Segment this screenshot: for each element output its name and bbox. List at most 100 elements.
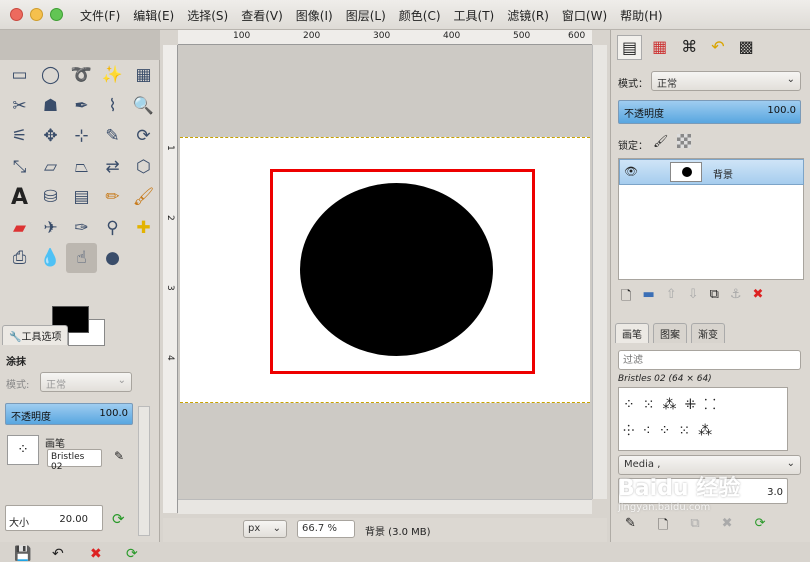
move-icon[interactable]: ✥ xyxy=(35,121,66,151)
menu-view[interactable]: 查看(V) xyxy=(241,7,283,24)
layer-mode-select[interactable]: 正常 ⌄ xyxy=(651,71,801,91)
raise-layer-icon[interactable]: ⇧ xyxy=(666,287,677,309)
zoom-icon[interactable]: 🔍 xyxy=(128,91,159,121)
menu-tools[interactable]: 工具(T) xyxy=(454,7,495,24)
canvas-area[interactable] xyxy=(178,45,592,499)
cage-icon[interactable]: ⬡ xyxy=(128,152,159,182)
zoom-select[interactable]: 66.7 % xyxy=(297,520,355,538)
scissors-icon[interactable]: ✂ xyxy=(4,91,35,121)
save-options-icon[interactable]: 💾 xyxy=(14,546,31,562)
ellipse-select-icon[interactable]: ◯ xyxy=(35,60,66,90)
lock-alpha-icon[interactable] xyxy=(677,134,691,148)
reset-options-icon[interactable]: ⟳ xyxy=(126,546,138,562)
maximize-window-button[interactable] xyxy=(50,8,63,21)
shear-icon[interactable]: ▱ xyxy=(35,152,66,182)
menu-image[interactable]: 图像(I) xyxy=(296,7,333,24)
measure-icon[interactable]: ⚟ xyxy=(4,121,35,151)
dodge-burn-icon[interactable]: ● xyxy=(97,243,128,273)
delete-options-icon[interactable]: ✖ xyxy=(90,546,102,562)
status-text: 背景 (3.0 MB) xyxy=(365,527,431,538)
lock-pixels-icon[interactable]: 🖌 xyxy=(653,134,668,148)
brush-name-field[interactable]: Bristles 02 xyxy=(47,449,102,472)
scrollbar-tool-options[interactable] xyxy=(138,406,150,536)
brush-grid[interactable]: ⁘⁙⁂⁜⸬ ⸭⁖⁘⁙⁂ xyxy=(618,387,788,451)
horizontal-scrollbar[interactable] xyxy=(178,499,592,514)
undo-tab-icon[interactable]: ↶ xyxy=(707,35,728,60)
perspective-icon[interactable]: ⏢ xyxy=(66,152,97,182)
eraser-icon[interactable]: ▰ xyxy=(4,213,35,243)
menu-file[interactable]: 文件(F) xyxy=(80,7,120,24)
minimize-window-button[interactable] xyxy=(30,8,43,21)
flip-icon[interactable]: ⇄ xyxy=(97,152,128,182)
close-window-button[interactable] xyxy=(10,8,23,21)
free-select-icon[interactable]: ➰ xyxy=(66,60,97,90)
bucket-fill-icon[interactable]: ⛁ xyxy=(35,182,66,212)
menu-filters[interactable]: 滤镜(R) xyxy=(507,7,549,24)
layers-tab-icon[interactable]: ▤ xyxy=(617,35,643,60)
channels-tab-icon[interactable]: ▦ xyxy=(648,35,671,60)
size-spinner[interactable]: 大小 20.00 xyxy=(5,505,103,531)
tab-gradients[interactable]: 渐变 xyxy=(691,323,725,343)
anchor-layer-icon[interactable]: ⚓ xyxy=(730,287,742,309)
blur-icon[interactable]: 💧 xyxy=(35,243,66,273)
menu-help[interactable]: 帮助(H) xyxy=(620,7,662,24)
vertical-ruler: 1 2 3 4 xyxy=(163,45,178,513)
scale-icon[interactable]: ⤡ xyxy=(4,152,35,182)
edit-brush-icon[interactable]: ✎ xyxy=(625,516,636,538)
menu-windows[interactable]: 窗口(W) xyxy=(562,7,607,24)
rotate-icon[interactable]: ⟳ xyxy=(128,121,159,151)
menu-layer[interactable]: 图层(L) xyxy=(346,7,386,24)
new-layer-icon[interactable]: 🗋 xyxy=(621,287,631,309)
paintbrush-icon[interactable]: 🖌 xyxy=(128,182,159,212)
blend-icon[interactable]: ▤ xyxy=(66,182,97,212)
gradient-tab-icon[interactable]: ▩ xyxy=(735,35,758,60)
paths-tab-icon[interactable]: ⌘ xyxy=(677,35,701,60)
unit-select[interactable]: px ⌄ xyxy=(243,520,287,538)
paths-icon[interactable]: ✒ xyxy=(66,91,97,121)
wrench-icon: 🔧 xyxy=(9,332,22,343)
image-canvas[interactable] xyxy=(180,137,590,403)
clone-icon[interactable]: ⚲ xyxy=(97,213,128,243)
rect-select-icon[interactable]: ▭ xyxy=(4,60,35,90)
select-by-color-icon[interactable]: ▦ xyxy=(128,60,159,90)
tab-patterns[interactable]: 图案 xyxy=(653,323,687,343)
menu-select[interactable]: 选择(S) xyxy=(187,7,228,24)
delete-layer-icon[interactable]: ✖ xyxy=(753,287,764,309)
lower-layer-icon[interactable]: ⇩ xyxy=(688,287,699,309)
layer-opacity-slider[interactable]: 不透明度 100.0 xyxy=(618,100,801,124)
brush-preview[interactable]: ⁘ xyxy=(7,435,39,465)
mode-select-value: 正常 xyxy=(46,380,66,391)
refresh-brushes-icon[interactable]: ⟳ xyxy=(755,516,766,538)
eye-icon[interactable]: 👁 xyxy=(624,165,638,178)
restore-options-icon[interactable]: ↶ xyxy=(52,546,64,562)
duplicate-brush-icon[interactable]: ⧉ xyxy=(690,516,699,538)
smudge-icon[interactable]: ☝ xyxy=(66,243,97,273)
new-brush-icon[interactable]: 🗋 xyxy=(658,516,668,538)
menu-colors[interactable]: 颜色(C) xyxy=(399,7,441,24)
color-picker-icon[interactable]: ⌇ xyxy=(97,91,128,121)
brush-filter-input[interactable] xyxy=(618,350,801,370)
delete-brush-icon[interactable]: ✖ xyxy=(722,516,733,538)
new-group-icon[interactable]: ▬ xyxy=(642,287,654,309)
ruler-mark: 100 xyxy=(233,31,251,41)
vertical-scrollbar[interactable] xyxy=(592,45,607,499)
tab-brushes[interactable]: 画笔 xyxy=(615,323,649,343)
airbrush-icon[interactable]: ✈ xyxy=(35,213,66,243)
foreground-select-icon[interactable]: ☗ xyxy=(35,91,66,121)
mode-select[interactable]: 正常 ⌄ xyxy=(40,372,132,392)
menu-edit[interactable]: 编辑(E) xyxy=(133,7,174,24)
duplicate-layer-icon[interactable]: ⧉ xyxy=(710,287,719,309)
layer-row[interactable]: 👁 背景 xyxy=(619,159,804,185)
heal-icon[interactable]: ✚ xyxy=(128,213,159,243)
pencil-icon[interactable]: ✏ xyxy=(97,182,128,212)
reset-size-icon[interactable]: ⟳ xyxy=(112,510,125,528)
opacity-slider[interactable]: 不透明度 100.0 xyxy=(5,403,133,425)
fuzzy-select-icon[interactable]: ✨ xyxy=(97,60,128,90)
crop-icon[interactable]: ✎ xyxy=(97,121,128,151)
tab-tool-options[interactable]: 🔧工具选项 xyxy=(2,325,69,345)
align-icon[interactable]: ⊹ xyxy=(66,121,97,151)
text-icon[interactable]: A xyxy=(4,182,35,212)
edit-brush-icon[interactable]: ✎ xyxy=(114,449,124,463)
perspective-clone-icon[interactable]: ⎙ xyxy=(4,243,35,273)
ink-icon[interactable]: ✑ xyxy=(66,213,97,243)
